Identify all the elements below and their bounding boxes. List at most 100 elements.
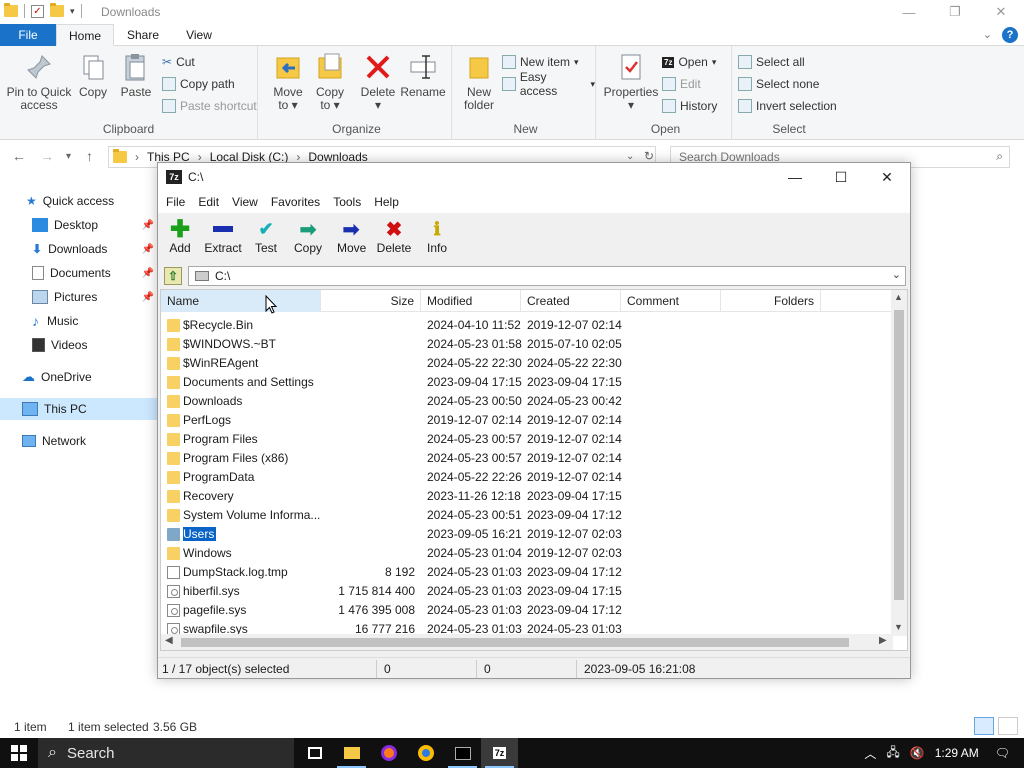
pin-to-quick-access-button[interactable]: Pin to Quick access	[4, 52, 74, 112]
nav-item-network[interactable]: Network	[0, 430, 158, 452]
scroll-right-icon[interactable]: ▶	[879, 635, 887, 646]
tab-share[interactable]: Share	[118, 24, 168, 46]
task-view-icon[interactable]	[296, 738, 333, 768]
notifications-icon[interactable]: 🗨	[995, 746, 1010, 760]
clock[interactable]: 1:29 AM	[935, 746, 979, 760]
menu-tools[interactable]: Tools	[333, 195, 368, 209]
menu-favorites[interactable]: Favorites	[271, 195, 327, 209]
test-button[interactable]: ✔ Test	[254, 219, 278, 256]
table-row[interactable]: pagefile.sys 1 476 395 008 2024-05-23 01:0…	[161, 601, 893, 620]
new-folder-icon[interactable]	[50, 3, 64, 17]
scroll-down-icon[interactable]: ▼	[894, 622, 903, 632]
menu-view[interactable]: View	[232, 195, 265, 209]
table-row[interactable]: Program Files (x86) 2024-05-23 00:57 2019-…	[161, 449, 893, 468]
minimize-icon[interactable]: —	[886, 0, 932, 24]
delete-button[interactable]: ✖ Delete	[376, 219, 412, 256]
select-none-button[interactable]: Select none	[738, 75, 819, 93]
easy-access-button[interactable]: Easy access ▾	[502, 70, 595, 98]
table-row[interactable]: Users 2023-09-05 16:21 2019-12-07 02:03	[161, 525, 893, 544]
maximize-icon[interactable]: ☐	[818, 163, 864, 191]
delete-button[interactable]: Delete ▾	[358, 52, 398, 112]
address-dropdown-icon[interactable]: ⌄	[626, 151, 634, 162]
column-header-name[interactable]: Name	[161, 290, 321, 312]
close-icon[interactable]: ✕	[864, 163, 910, 191]
copy-to-button[interactable]: Copy to ▾	[310, 52, 350, 112]
taskbar-search-box[interactable]: ⌕ Search	[38, 738, 294, 768]
table-row[interactable]: System Volume Informa... 2024-05-23 00:51…	[161, 506, 893, 525]
column-header-folders[interactable]: Folders	[721, 290, 821, 312]
nav-item-music[interactable]: ♪ Music	[0, 310, 158, 332]
pin-icon[interactable]: 📌	[142, 292, 154, 303]
table-row[interactable]: PerfLogs 2019-12-07 02:14 2019-12-07 02:14	[161, 411, 893, 430]
table-row[interactable]: DumpStack.log.tmp 8 192 2024-05-23 01:03 20…	[161, 563, 893, 582]
restore-icon[interactable]: ❐	[932, 0, 978, 24]
start-button[interactable]	[0, 738, 38, 768]
close-icon[interactable]: ✕	[978, 0, 1024, 24]
pin-icon[interactable]: 📌	[142, 268, 154, 279]
select-all-button[interactable]: Select all	[738, 53, 805, 71]
scroll-thumb[interactable]	[181, 638, 849, 647]
new-item-button[interactable]: New item ▾	[502, 53, 579, 71]
open-button[interactable]: 7z Open ▾	[662, 53, 716, 71]
copy-path-button[interactable]: Copy path	[162, 75, 235, 93]
table-row[interactable]: Recovery 2023-11-26 12:18 2023-09-04 17:15	[161, 487, 893, 506]
add-button[interactable]: ✚ Add	[168, 216, 192, 256]
minimize-icon[interactable]: —	[772, 163, 818, 191]
menu-help[interactable]: Help	[374, 195, 406, 209]
table-row[interactable]: $WinREAgent 2024-05-22 22:30 2024-05-22 22…	[161, 354, 893, 373]
edit-button[interactable]: Edit	[662, 75, 701, 93]
nav-item-videos[interactable]: Videos	[0, 334, 158, 356]
tab-file[interactable]: File	[0, 24, 56, 46]
nav-item-downloads[interactable]: ⬇ Downloads 📌	[0, 238, 158, 260]
move-to-button[interactable]: Move to ▾	[268, 52, 308, 112]
nav-item-this-pc[interactable]: This PC	[0, 398, 158, 420]
nav-item-documents[interactable]: Documents 📌	[0, 262, 158, 284]
move-button[interactable]: ➡ Move	[337, 219, 366, 256]
table-row[interactable]: Downloads 2024-05-23 00:50 2024-05-23 00:4…	[161, 392, 893, 411]
tab-view[interactable]: View	[176, 24, 222, 46]
nav-item-pictures[interactable]: Pictures 📌	[0, 286, 158, 308]
refresh-icon[interactable]: ↻	[644, 149, 654, 163]
invert-selection-button[interactable]: Invert selection	[738, 97, 837, 115]
column-header-modified[interactable]: Modified	[421, 290, 521, 312]
vertical-scrollbar[interactable]: ▲ ▼	[891, 290, 907, 636]
path-combobox[interactable]: C:\ ⌄	[188, 266, 906, 286]
help-icon[interactable]: ?	[1002, 27, 1018, 43]
network-icon[interactable]: 🖧	[886, 743, 899, 764]
table-row[interactable]: Documents and Settings 2023-09-04 17:15 20…	[161, 373, 893, 392]
menu-file[interactable]: File	[166, 195, 192, 209]
details-view-icon[interactable]	[974, 717, 994, 735]
copy-button[interactable]: Copy	[76, 52, 110, 99]
table-row[interactable]: $Recycle.Bin 2024-04-10 11:52 2019-12-07 0…	[161, 316, 893, 335]
sevenzip-taskbar-icon[interactable]: 7z	[481, 738, 518, 768]
pin-icon[interactable]: 📌	[142, 220, 154, 231]
scroll-left-icon[interactable]: ◀	[165, 635, 173, 646]
horizontal-scrollbar[interactable]: ◀ ▶	[161, 634, 893, 650]
up-arrow-icon[interactable]: ↑	[86, 148, 93, 164]
chevron-up-icon[interactable]: ︿	[864, 745, 876, 762]
command-prompt-icon[interactable]	[444, 738, 481, 768]
pin-icon[interactable]: 📌	[142, 244, 154, 255]
table-row[interactable]: $WINDOWS.~BT 2024-05-23 01:58 2015-07-10 0…	[161, 335, 893, 354]
nav-item-quick-access[interactable]: ★ Quick access	[0, 190, 158, 212]
copy-button[interactable]: ➡ Copy	[294, 219, 322, 256]
column-header-comment[interactable]: Comment	[621, 290, 721, 312]
info-button[interactable]: ℹ Info	[424, 219, 450, 256]
menu-edit[interactable]: Edit	[198, 195, 226, 209]
paste-button[interactable]: Paste	[118, 52, 154, 99]
extract-button[interactable]: Extract	[204, 219, 242, 255]
table-row[interactable]: ProgramData 2024-05-22 22:26 2019-12-07 02…	[161, 468, 893, 487]
back-arrow-icon[interactable]: ←	[12, 148, 26, 164]
volume-muted-icon[interactable]: 🔇	[910, 746, 925, 760]
history-button[interactable]: History	[662, 97, 717, 115]
properties-button[interactable]: Properties ▾	[602, 52, 660, 112]
table-row[interactable]: Windows 2024-05-23 01:04 2019-12-07 02:03	[161, 544, 893, 563]
large-icons-view-icon[interactable]	[998, 717, 1018, 735]
nav-item-desktop[interactable]: Desktop 📌	[0, 214, 158, 236]
tab-home[interactable]: Home	[56, 24, 114, 46]
table-row[interactable]: Program Files 2024-05-23 00:57 2019-12-07 …	[161, 430, 893, 449]
rename-button[interactable]: Rename	[400, 52, 446, 99]
chrome-icon[interactable]	[407, 738, 444, 768]
recent-locations-chevron-icon[interactable]: ▾	[66, 151, 71, 162]
paste-shortcut-button[interactable]: Paste shortcut	[162, 97, 257, 115]
